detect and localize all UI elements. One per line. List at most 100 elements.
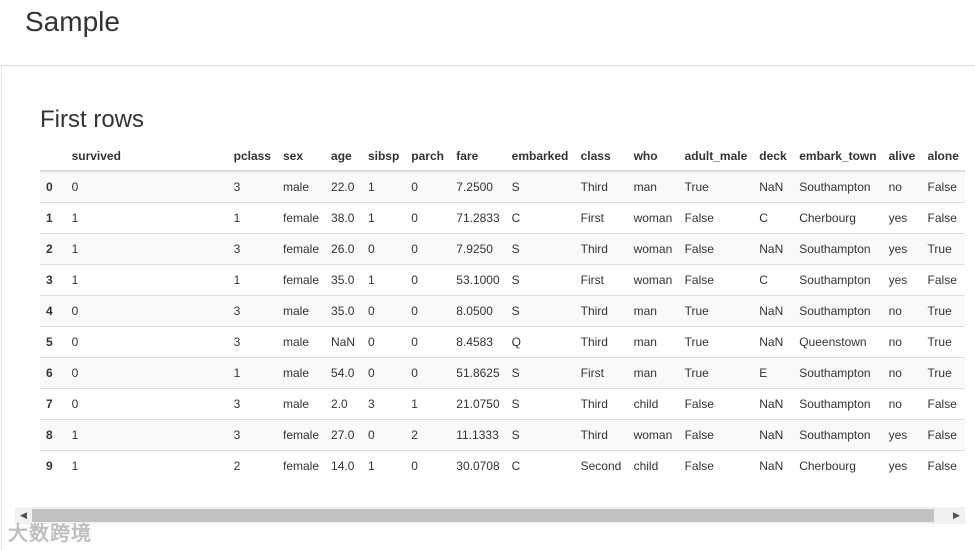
- table-cell: child: [627, 388, 679, 420]
- table-scroll-container[interactable]: survived pclass sex age sibsp parch fare embark…: [40, 142, 965, 481]
- data-table: survived pclass sex age sibsp parch fare embark…: [40, 142, 965, 481]
- table-cell: Third: [574, 295, 628, 327]
- table-cell: S: [505, 357, 575, 389]
- table-cell: man: [627, 295, 679, 327]
- table-cell: 1: [65, 202, 228, 234]
- table-cell: Queenstown: [793, 326, 883, 358]
- watermark-logo: 大数跨境: [8, 523, 92, 545]
- table-cell: woman: [627, 264, 679, 296]
- table-cell: Southampton: [793, 233, 883, 265]
- row-index: 2: [40, 233, 66, 265]
- table-cell: man: [627, 170, 679, 203]
- table-cell: 54.0: [325, 357, 362, 389]
- table-cell: 1: [361, 170, 406, 203]
- table-cell: False: [678, 388, 754, 420]
- scrollbar-thumb[interactable]: [32, 509, 934, 522]
- table-cell: False: [921, 264, 965, 296]
- table-cell: 1: [361, 450, 406, 481]
- table-cell: 1: [65, 450, 228, 481]
- table-row: 6 0 1 male 54.0 0 0 51.8625 S First man True E Southa…: [40, 357, 965, 389]
- table-cell: 8.4583: [450, 326, 506, 358]
- table-cell: 1: [227, 202, 277, 234]
- table-cell: 53.1000: [450, 264, 506, 296]
- table-cell: yes: [882, 202, 922, 234]
- table-cell: 0: [361, 326, 406, 358]
- horizontal-scrollbar[interactable]: ◀ ▶: [15, 507, 965, 524]
- column-header: alone: [921, 142, 965, 172]
- table-cell: C: [753, 264, 794, 296]
- table-cell: 7.9250: [450, 233, 506, 265]
- table-cell: True: [921, 357, 965, 389]
- row-index: 0: [40, 170, 66, 203]
- table-cell: 0: [361, 357, 406, 389]
- table-cell: man: [627, 326, 679, 358]
- table-cell: Southampton: [793, 170, 883, 203]
- table-cell: First: [574, 357, 628, 389]
- row-index: 1: [40, 202, 66, 234]
- table-cell: woman: [627, 202, 679, 234]
- table-cell: female: [276, 450, 326, 481]
- table-cell: man: [627, 357, 679, 389]
- table-cell: S: [505, 388, 575, 420]
- table-cell: False: [678, 264, 754, 296]
- table-cell: 11.1333: [450, 419, 506, 451]
- table-cell: yes: [882, 419, 922, 451]
- table-cell: yes: [882, 264, 922, 296]
- column-header: sex: [276, 142, 326, 172]
- column-header: embark_town: [793, 142, 883, 172]
- column-header: fare: [450, 142, 506, 172]
- section-title: First rows: [40, 106, 144, 133]
- table-cell: False: [678, 233, 754, 265]
- table-cell: male: [276, 170, 326, 203]
- table-cell: 26.0: [325, 233, 362, 265]
- table-cell: 0: [65, 326, 228, 358]
- table-cell: female: [276, 419, 326, 451]
- row-index: 5: [40, 326, 66, 358]
- table-cell: C: [505, 202, 575, 234]
- column-header: pclass: [227, 142, 277, 172]
- table-cell: Second: [574, 450, 628, 481]
- scroll-right-arrow-icon[interactable]: ▶: [948, 507, 965, 524]
- table-cell: female: [276, 264, 326, 296]
- table-cell: 0: [405, 170, 451, 203]
- table-cell: 0: [405, 233, 451, 265]
- row-index: 7: [40, 388, 66, 420]
- table-cell: Southampton: [793, 264, 883, 296]
- table-cell: male: [276, 357, 326, 389]
- table-cell: True: [678, 326, 754, 358]
- column-header: alive: [882, 142, 922, 172]
- table-cell: 30.0708: [450, 450, 506, 481]
- table-cell: First: [574, 202, 628, 234]
- table-cell: 1: [65, 264, 228, 296]
- table-cell: NaN: [753, 233, 794, 265]
- table-cell: NaN: [753, 419, 794, 451]
- table-cell: False: [921, 450, 965, 481]
- row-index: 6: [40, 357, 66, 389]
- table-cell: C: [505, 450, 575, 481]
- table-body: 0 0 3 male 22.0 1 0 7.2500 S Third man True NaN South…: [40, 170, 965, 481]
- table-cell: male: [276, 388, 326, 420]
- table-cell: C: [753, 202, 794, 234]
- table-row: 4 0 3 male 35.0 0 0 8.0500 S Third man True NaN South…: [40, 295, 965, 327]
- table-cell: yes: [882, 450, 922, 481]
- table-cell: NaN: [753, 170, 794, 203]
- table-cell: False: [921, 170, 965, 203]
- column-header: survived: [65, 142, 228, 172]
- table-row: 0 0 3 male 22.0 1 0 7.2500 S Third man True NaN South…: [40, 170, 965, 203]
- column-header: deck: [753, 142, 794, 172]
- table-cell: False: [921, 202, 965, 234]
- table-row: 3 1 1 female 35.0 1 0 53.1000 S First woman False C S…: [40, 264, 965, 296]
- table-cell: 1: [65, 419, 228, 451]
- table-cell: 1: [361, 202, 406, 234]
- table-cell: False: [678, 419, 754, 451]
- table-cell: Third: [574, 388, 628, 420]
- table-cell: 0: [405, 326, 451, 358]
- row-index: 3: [40, 264, 66, 296]
- table-cell: 1: [227, 264, 277, 296]
- table-cell: child: [627, 450, 679, 481]
- table-cell: 8.0500: [450, 295, 506, 327]
- table-cell: 0: [361, 295, 406, 327]
- table-cell: 0: [405, 295, 451, 327]
- table-cell: 1: [361, 264, 406, 296]
- table-row: 2 1 3 female 26.0 0 0 7.9250 S Third woman False NaN…: [40, 233, 965, 265]
